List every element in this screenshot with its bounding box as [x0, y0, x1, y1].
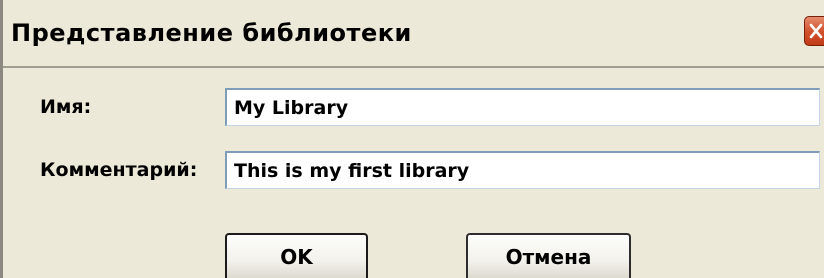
- comment-label: Комментарий:: [40, 159, 198, 181]
- library-dialog: Представление библиотеки Имя: Комментари…: [0, 0, 824, 278]
- cancel-button[interactable]: Отмена: [466, 233, 631, 278]
- dialog-title: Представление библиотеки: [11, 19, 412, 47]
- comment-field[interactable]: [225, 151, 820, 189]
- title-bar[interactable]: Представление библиотеки: [3, 0, 824, 68]
- name-field[interactable]: [225, 88, 820, 126]
- ok-button[interactable]: OK: [225, 233, 368, 278]
- close-button[interactable]: [804, 16, 824, 46]
- name-label: Имя:: [40, 96, 92, 118]
- close-icon: [809, 23, 823, 39]
